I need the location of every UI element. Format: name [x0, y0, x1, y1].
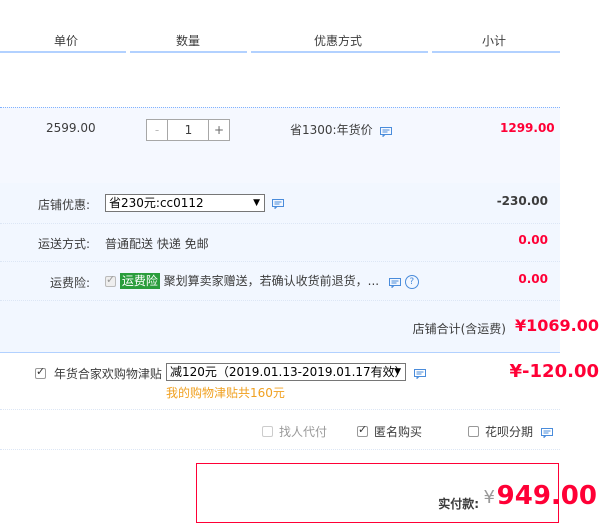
dropdown-arrow-icon: ▼ [394, 367, 401, 377]
insurance-amount: 0.00 [518, 272, 548, 286]
option-proxy-pay[interactable]: 找人代付 [262, 423, 327, 440]
shop-discount-selected: 省230元:cc0112 [109, 196, 204, 210]
insurance-checkbox[interactable] [105, 273, 116, 287]
table-header: 单价 数量 优惠方式 小计 [0, 28, 560, 52]
message-icon[interactable] [414, 368, 426, 380]
divider [0, 449, 560, 451]
payment-amount: 949.00 [496, 481, 597, 511]
item-price: 2599.00 [46, 121, 96, 135]
insurance-label: 运费险: [49, 276, 90, 290]
option-anonymous[interactable]: 匿名购买 [357, 423, 422, 440]
item-subtotal: 1299.00 [500, 121, 555, 135]
message-icon[interactable] [380, 126, 393, 138]
item-promotion-text: 省1300:年货价 [290, 123, 373, 137]
message-icon[interactable] [388, 277, 401, 289]
insurance-text: 聚划算卖家赠送，若确认收货前退货，... [163, 274, 380, 288]
header-underline [0, 51, 560, 53]
insurance-tag: 运费险 [119, 273, 160, 289]
message-icon[interactable] [540, 427, 553, 439]
allowance-amount: ¥-120.00 [509, 361, 599, 382]
installment-checkbox[interactable] [468, 426, 479, 437]
shop-total-label: 店铺合计(含运费) [412, 322, 506, 336]
shipping-method: 普通配送 快递 免邮 [105, 237, 209, 251]
header-quantity: 数量 [176, 34, 201, 48]
allowance-checkbox[interactable] [35, 365, 46, 379]
anonymous-checkbox[interactable] [357, 423, 368, 437]
divider [0, 300, 560, 302]
installment-label: 花呗分期 [485, 425, 534, 439]
message-icon[interactable] [272, 198, 284, 210]
quantity-decrease-button[interactable]: - [147, 120, 168, 140]
allowance-selected: 减120元（2019.01.13-2019.01.17有效） [170, 365, 407, 379]
proxy-pay-checkbox[interactable] [262, 426, 273, 437]
shop-discount-label: 店铺优惠: [37, 198, 90, 212]
divider [0, 223, 560, 225]
item-row [0, 107, 560, 183]
dropdown-arrow-icon: ▼ [253, 198, 260, 208]
divider [0, 261, 560, 263]
anonymous-label: 匿名购买 [374, 425, 423, 439]
shipping-amount: 0.00 [518, 233, 548, 247]
divider [0, 409, 560, 411]
allowance-select[interactable]: 减120元（2019.01.13-2019.01.17有效） ▼ [166, 363, 407, 381]
payment-currency: ¥ [483, 487, 495, 508]
header-subtotal: 小计 [482, 34, 507, 48]
allowance-option: 年货合家欢购物津贴 [35, 365, 162, 382]
insurance-row: 运费险 聚划算卖家赠送，若确认收货前退货，... ? [105, 272, 419, 289]
header-price: 单价 [54, 34, 79, 48]
shop-discount-amount: -230.00 [496, 194, 548, 208]
quantity-increase-button[interactable]: + [208, 120, 229, 140]
shipping-label: 运送方式: [37, 237, 90, 251]
allowance-label: 年货合家欢购物津贴 [53, 367, 162, 381]
quantity-input[interactable] [168, 120, 209, 140]
payment-label: 实付款: [438, 497, 479, 511]
option-installment[interactable]: 花呗分期 [468, 423, 553, 440]
allowance-note: 我的购物津贴共160元 [166, 386, 285, 400]
item-promotion: 省1300:年货价 [290, 121, 393, 138]
shop-discount-select[interactable]: 省230元:cc0112 ▼ [105, 194, 265, 212]
header-promotion: 优惠方式 [314, 34, 363, 48]
proxy-pay-label: 找人代付 [279, 425, 328, 439]
shop-total-amount: ¥1069.00 [514, 316, 599, 335]
quantity-stepper: - + [146, 119, 230, 141]
help-icon[interactable]: ? [404, 274, 419, 289]
